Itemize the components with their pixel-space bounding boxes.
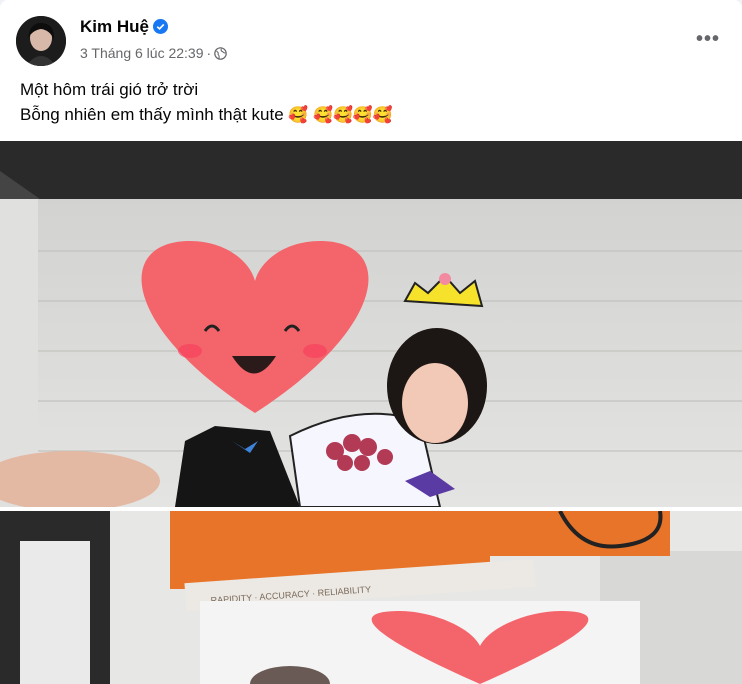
post-timestamp[interactable]: 3 Tháng 6 lúc 22:39 xyxy=(80,45,204,61)
post-photo-2[interactable]: RAPIDITY · ACCURACY · RELIABILITY xyxy=(0,511,742,684)
post-line-2-text: Bỗng nhiên em thấy mình thật kute xyxy=(20,105,284,124)
verified-icon xyxy=(152,19,168,34)
author-name-text[interactable]: Kim Huệ xyxy=(80,17,149,36)
post-meta: 3 Tháng 6 lúc 22:39 · xyxy=(80,45,227,61)
more-options-icon[interactable]: ••• xyxy=(690,26,726,54)
post-text: Một hôm trái gió trở trời Bỗng nhiên em … xyxy=(20,77,393,128)
post-card: Kim Huệ 3 Tháng 6 lúc 22:39 · ••• Một hôm… xyxy=(0,0,742,684)
globe-icon[interactable] xyxy=(214,47,227,60)
author-avatar[interactable] xyxy=(16,16,66,66)
post-line-2: Bỗng nhiên em thấy mình thật kute 🥰 🥰🥰🥰🥰 xyxy=(20,102,393,128)
meta-separator: · xyxy=(206,45,212,61)
author-name[interactable]: Kim Huệ xyxy=(80,17,168,37)
post-header: Kim Huệ 3 Tháng 6 lúc 22:39 · ••• xyxy=(16,14,726,68)
smiling-hearts-emoji: 🥰 xyxy=(288,107,309,124)
post-line-1: Một hôm trái gió trở trời xyxy=(20,80,199,99)
smiling-hearts-emoji-group: 🥰🥰🥰🥰 xyxy=(313,107,393,124)
post-photo-1[interactable] xyxy=(0,141,742,507)
